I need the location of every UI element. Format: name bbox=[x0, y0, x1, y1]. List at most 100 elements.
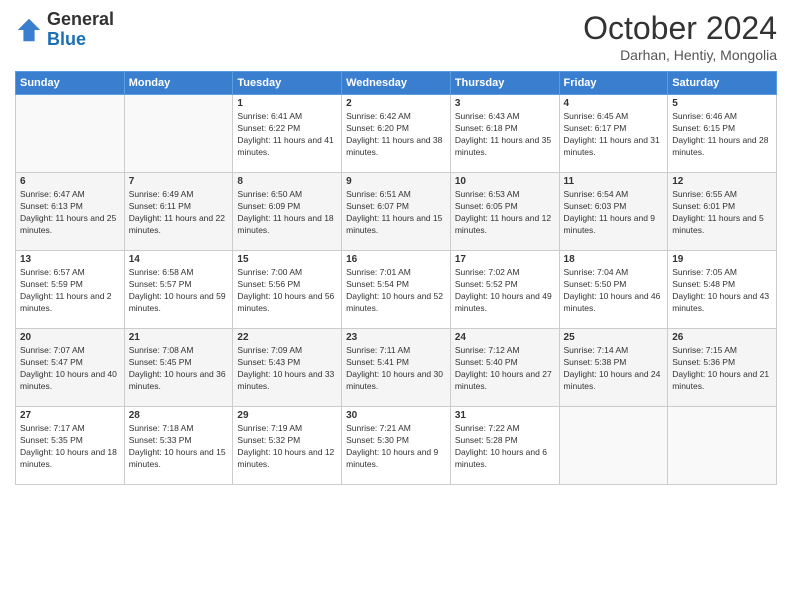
month-title: October 2024 bbox=[583, 10, 777, 47]
sunrise-text: Sunrise: 6:45 AM bbox=[564, 111, 629, 121]
day-info: Sunrise: 7:11 AMSunset: 5:41 PMDaylight:… bbox=[346, 345, 446, 393]
day-info: Sunrise: 7:07 AMSunset: 5:47 PMDaylight:… bbox=[20, 345, 120, 393]
day-cell bbox=[559, 407, 668, 485]
sunset-text: Sunset: 5:40 PM bbox=[455, 357, 518, 367]
sunset-text: Sunset: 6:01 PM bbox=[672, 201, 735, 211]
daylight-text: Daylight: 11 hours and 41 minutes. bbox=[237, 135, 333, 157]
calendar-container: General Blue October 2024 Darhan, Hentiy… bbox=[0, 0, 792, 495]
day-number: 6 bbox=[20, 176, 120, 187]
day-cell: 17Sunrise: 7:02 AMSunset: 5:52 PMDayligh… bbox=[450, 251, 559, 329]
day-info: Sunrise: 7:22 AMSunset: 5:28 PMDaylight:… bbox=[455, 423, 555, 471]
day-info: Sunrise: 7:21 AMSunset: 5:30 PMDaylight:… bbox=[346, 423, 446, 471]
day-cell: 14 Sunrise: 6:58 AMSunset: 5:57 PMDayligh… bbox=[124, 251, 233, 329]
sunset-text: Sunset: 5:41 PM bbox=[346, 357, 409, 367]
sunrise-text: Sunrise: 6:54 AM bbox=[564, 189, 629, 199]
sunset-text: Sunset: 6:13 PM bbox=[20, 201, 83, 211]
daylight-text: Daylight: 11 hours and 22 minutes. bbox=[129, 213, 225, 235]
day-number: 3 bbox=[455, 98, 555, 109]
daylight-text: Daylight: 10 hours and 6 minutes. bbox=[455, 447, 547, 469]
day-info: Sunrise: 7:02 AMSunset: 5:52 PMDaylight:… bbox=[455, 267, 555, 315]
sunset-text: Sunset: 5:48 PM bbox=[672, 279, 735, 289]
day-info: Sunrise: 6:54 AMSunset: 6:03 PMDaylight:… bbox=[564, 189, 664, 237]
sunrise-text: Sunrise: 7:18 AM bbox=[129, 423, 194, 433]
daylight-text: Daylight: 10 hours and 18 minutes. bbox=[20, 447, 117, 469]
sunrise-text: Sunrise: 6:57 AM bbox=[20, 267, 85, 277]
day-number: 1 bbox=[237, 98, 337, 109]
day-info: Sunrise: 7:17 AMSunset: 5:35 PMDaylight:… bbox=[20, 423, 120, 471]
sunset-text: Sunset: 6:05 PM bbox=[455, 201, 518, 211]
sunset-text: Sunset: 5:56 PM bbox=[237, 279, 300, 289]
daylight-text: Daylight: 10 hours and 56 minutes. bbox=[237, 291, 334, 313]
daylight-text: Daylight: 10 hours and 46 minutes. bbox=[564, 291, 661, 313]
daylight-text: Daylight: 10 hours and 52 minutes. bbox=[346, 291, 443, 313]
day-number: 20 bbox=[20, 332, 120, 343]
day-number: 15 bbox=[237, 254, 337, 265]
day-info: Sunrise: 7:14 AMSunset: 5:38 PMDaylight:… bbox=[564, 345, 664, 393]
day-info: Sunrise: 6:57 AMSunset: 5:59 PMDaylight:… bbox=[20, 267, 120, 315]
day-info: Sunrise: 6:50 AMSunset: 6:09 PMDaylight:… bbox=[237, 189, 337, 237]
sunrise-text: Sunrise: 7:21 AM bbox=[346, 423, 411, 433]
day-info: Sunrise: 6:41 AM Sunset: 6:22 PM Daylight:… bbox=[237, 111, 337, 159]
sunrise-text: Sunrise: 6:47 AM bbox=[20, 189, 85, 199]
day-info: Sunrise: 7:08 AMSunset: 5:45 PMDaylight:… bbox=[129, 345, 229, 393]
day-number: 19 bbox=[672, 254, 772, 265]
sunset-text: Sunset: 6:07 PM bbox=[346, 201, 409, 211]
sunrise-text: Sunrise: 7:01 AM bbox=[346, 267, 411, 277]
sunrise-text: Sunrise: 6:42 AM bbox=[346, 111, 411, 121]
sunrise-text: Sunrise: 6:46 AM bbox=[672, 111, 737, 121]
logo-icon bbox=[15, 16, 43, 44]
calendar-body: 1 Sunrise: 6:41 AM Sunset: 6:22 PM Daylight… bbox=[16, 95, 777, 485]
day-info: Sunrise: 6:58 AMSunset: 5:57 PMDaylight:… bbox=[129, 267, 229, 315]
day-cell: 6Sunrise: 6:47 AMSunset: 6:13 PMDaylight… bbox=[16, 173, 125, 251]
day-cell: 30 Sunrise: 7:21 AMSunset: 5:30 PMDayligh… bbox=[342, 407, 451, 485]
daylight-text: Daylight: 11 hours and 12 minutes. bbox=[455, 213, 551, 235]
sunset-text: Sunset: 5:45 PM bbox=[129, 357, 192, 367]
daylight-text: Daylight: 11 hours and 2 minutes. bbox=[20, 291, 112, 313]
sunrise-text: Sunrise: 7:12 AM bbox=[455, 345, 520, 355]
day-info: Sunrise: 7:15 AMSunset: 5:36 PMDaylight:… bbox=[672, 345, 772, 393]
sunrise-text: Sunrise: 6:49 AM bbox=[129, 189, 194, 199]
day-info: Sunrise: 7:05 AMSunset: 5:48 PMDaylight:… bbox=[672, 267, 772, 315]
day-number: 28 bbox=[129, 410, 229, 421]
sunset-text: Sunset: 5:52 PM bbox=[455, 279, 518, 289]
day-number: 12 bbox=[672, 176, 772, 187]
sunset-text: Sunset: 6:09 PM bbox=[237, 201, 300, 211]
daylight-text: Daylight: 10 hours and 40 minutes. bbox=[20, 369, 117, 391]
day-cell: 9Sunrise: 6:51 AMSunset: 6:07 PMDaylight… bbox=[342, 173, 451, 251]
day-info: Sunrise: 6:47 AMSunset: 6:13 PMDaylight:… bbox=[20, 189, 120, 237]
sunrise-text: Sunrise: 7:09 AM bbox=[237, 345, 302, 355]
sunrise-text: Sunrise: 6:41 AM bbox=[237, 111, 302, 121]
daylight-text: Daylight: 10 hours and 43 minutes. bbox=[672, 291, 769, 313]
day-info: Sunrise: 7:01 AM Sunset: 5:54 PM Daylight:… bbox=[346, 267, 446, 315]
day-info: Sunrise: 6:49 AM Sunset: 6:11 PM Daylight:… bbox=[129, 189, 229, 237]
day-info: Sunrise: 6:51 AMSunset: 6:07 PMDaylight:… bbox=[346, 189, 446, 237]
week-row-1: 6 Sunrise: 6:47 AM Sunset: 6:13 PM Daylight… bbox=[16, 173, 777, 251]
day-cell: 13Sunrise: 6:57 AMSunset: 5:59 PMDayligh… bbox=[16, 251, 125, 329]
day-cell: 22Sunrise: 7:09 AMSunset: 5:43 PMDayligh… bbox=[233, 329, 342, 407]
day-cell: 15Sunrise: 7:00 AMSunset: 5:56 PMDayligh… bbox=[233, 251, 342, 329]
sunset-text: Sunset: 5:54 PM bbox=[346, 279, 409, 289]
sunset-text: Sunset: 6:22 PM bbox=[237, 123, 300, 133]
col-wednesday: Wednesday bbox=[342, 72, 451, 95]
day-number: 14 bbox=[129, 254, 229, 265]
day-cell: 8Sunrise: 6:50 AMSunset: 6:09 PMDaylight… bbox=[233, 173, 342, 251]
col-monday: Monday bbox=[124, 72, 233, 95]
day-cell: 28Sunrise: 7:18 AMSunset: 5:33 PMDayligh… bbox=[124, 407, 233, 485]
logo-general-text: General bbox=[47, 9, 114, 29]
daylight-text: Daylight: 11 hours and 5 minutes. bbox=[672, 213, 764, 235]
day-info: Sunrise: 6:42 AMSunset: 6:20 PMDaylight:… bbox=[346, 111, 446, 159]
sunrise-text: Sunrise: 7:04 AM bbox=[564, 267, 629, 277]
day-cell: 7Sunrise: 6:49 AMSunset: 6:11 PMDaylight… bbox=[124, 173, 233, 251]
day-cell bbox=[668, 407, 777, 485]
day-cell: 24Sunrise: 7:12 AMSunset: 5:40 PMDayligh… bbox=[450, 329, 559, 407]
sunset-text: Sunset: 6:11 PM bbox=[129, 201, 191, 211]
daylight-text: Daylight: 11 hours and 18 minutes. bbox=[237, 213, 333, 235]
day-cell: 11Sunrise: 6:54 AMSunset: 6:03 PMDayligh… bbox=[559, 173, 668, 251]
week-row-2: 13Sunrise: 6:57 AMSunset: 5:59 PMDayligh… bbox=[16, 251, 777, 329]
day-info: Sunrise: 6:45 AMSunset: 6:17 PMDaylight:… bbox=[564, 111, 664, 159]
day-number: 22 bbox=[237, 332, 337, 343]
daylight-text: Daylight: 10 hours and 15 minutes. bbox=[129, 447, 226, 469]
day-number: 26 bbox=[672, 332, 772, 343]
sunset-text: Sunset: 5:50 PM bbox=[564, 279, 627, 289]
day-number: 30 bbox=[346, 410, 446, 421]
